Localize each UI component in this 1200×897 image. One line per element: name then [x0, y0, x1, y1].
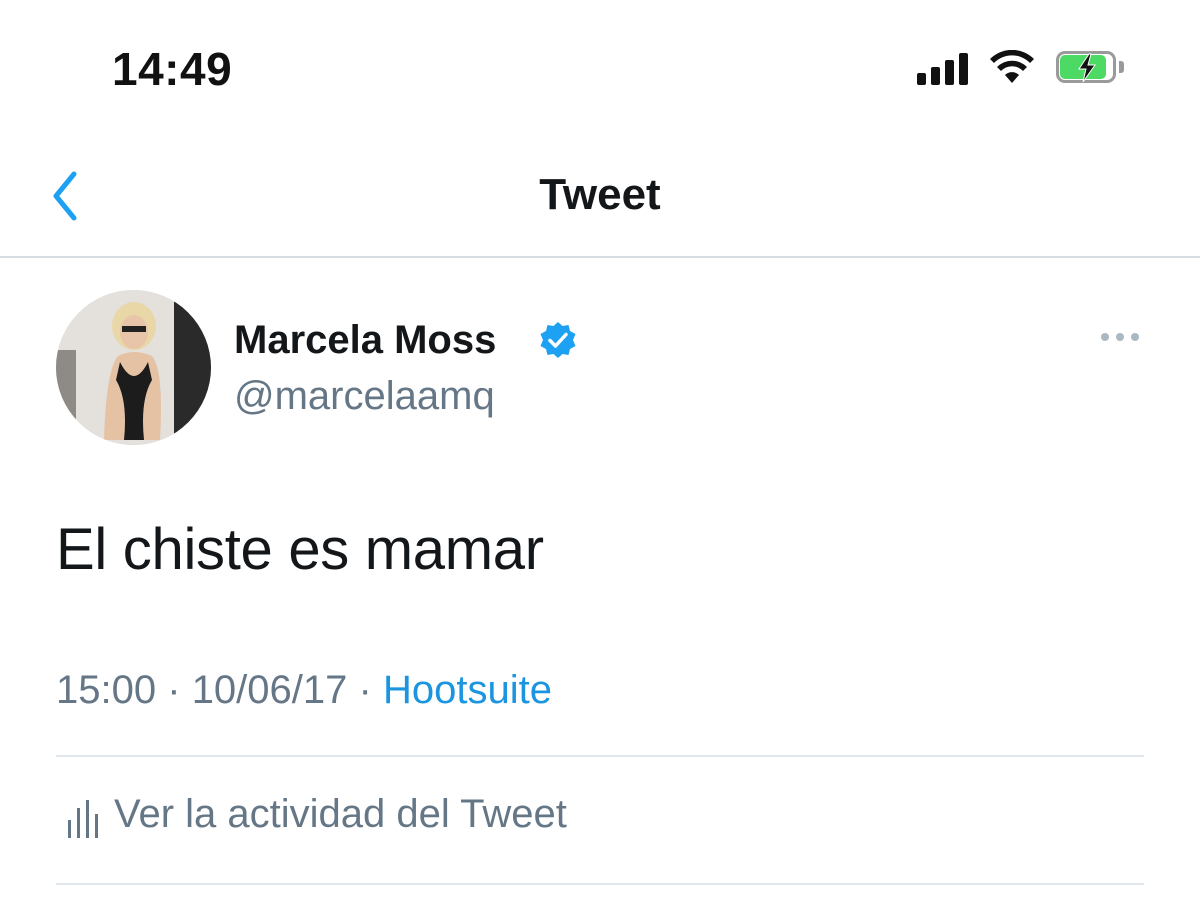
status-time: 14:49 — [112, 43, 233, 95]
avatar[interactable] — [56, 290, 211, 445]
tweet-time: 15:00 — [56, 668, 157, 712]
more-options-icon[interactable] — [1098, 322, 1142, 352]
divider — [56, 883, 1144, 885]
tweet-source-link[interactable]: Hootsuite — [383, 668, 552, 712]
divider — [56, 755, 1144, 757]
meta-separator: · — [167, 668, 181, 712]
wifi-icon — [990, 50, 1034, 83]
signal-bars-icon — [917, 51, 968, 85]
page-title: Tweet — [539, 170, 661, 219]
battery-charging-icon — [1056, 51, 1124, 85]
view-tweet-activity-button[interactable]: Ver la actividad del Tweet — [56, 780, 1144, 850]
tweet-date: 10/06/17 — [191, 668, 348, 712]
status-icons — [917, 48, 1124, 88]
tweet-text: El chiste es mamar — [56, 517, 544, 582]
tweet-meta: 15:00 · 10/06/17 · Hootsuite — [56, 668, 552, 713]
meta-separator: · — [358, 668, 372, 712]
author-name[interactable]: Marcela Moss — [234, 318, 496, 363]
activity-label: Ver la actividad del Tweet — [114, 792, 567, 836]
nav-bar: Tweet — [0, 140, 1200, 258]
status-bar: 14:49 — [0, 0, 1200, 130]
author-handle[interactable]: @marcelaamq — [234, 374, 495, 419]
analytics-bars-icon — [68, 800, 98, 838]
verified-badge-icon — [540, 322, 576, 358]
